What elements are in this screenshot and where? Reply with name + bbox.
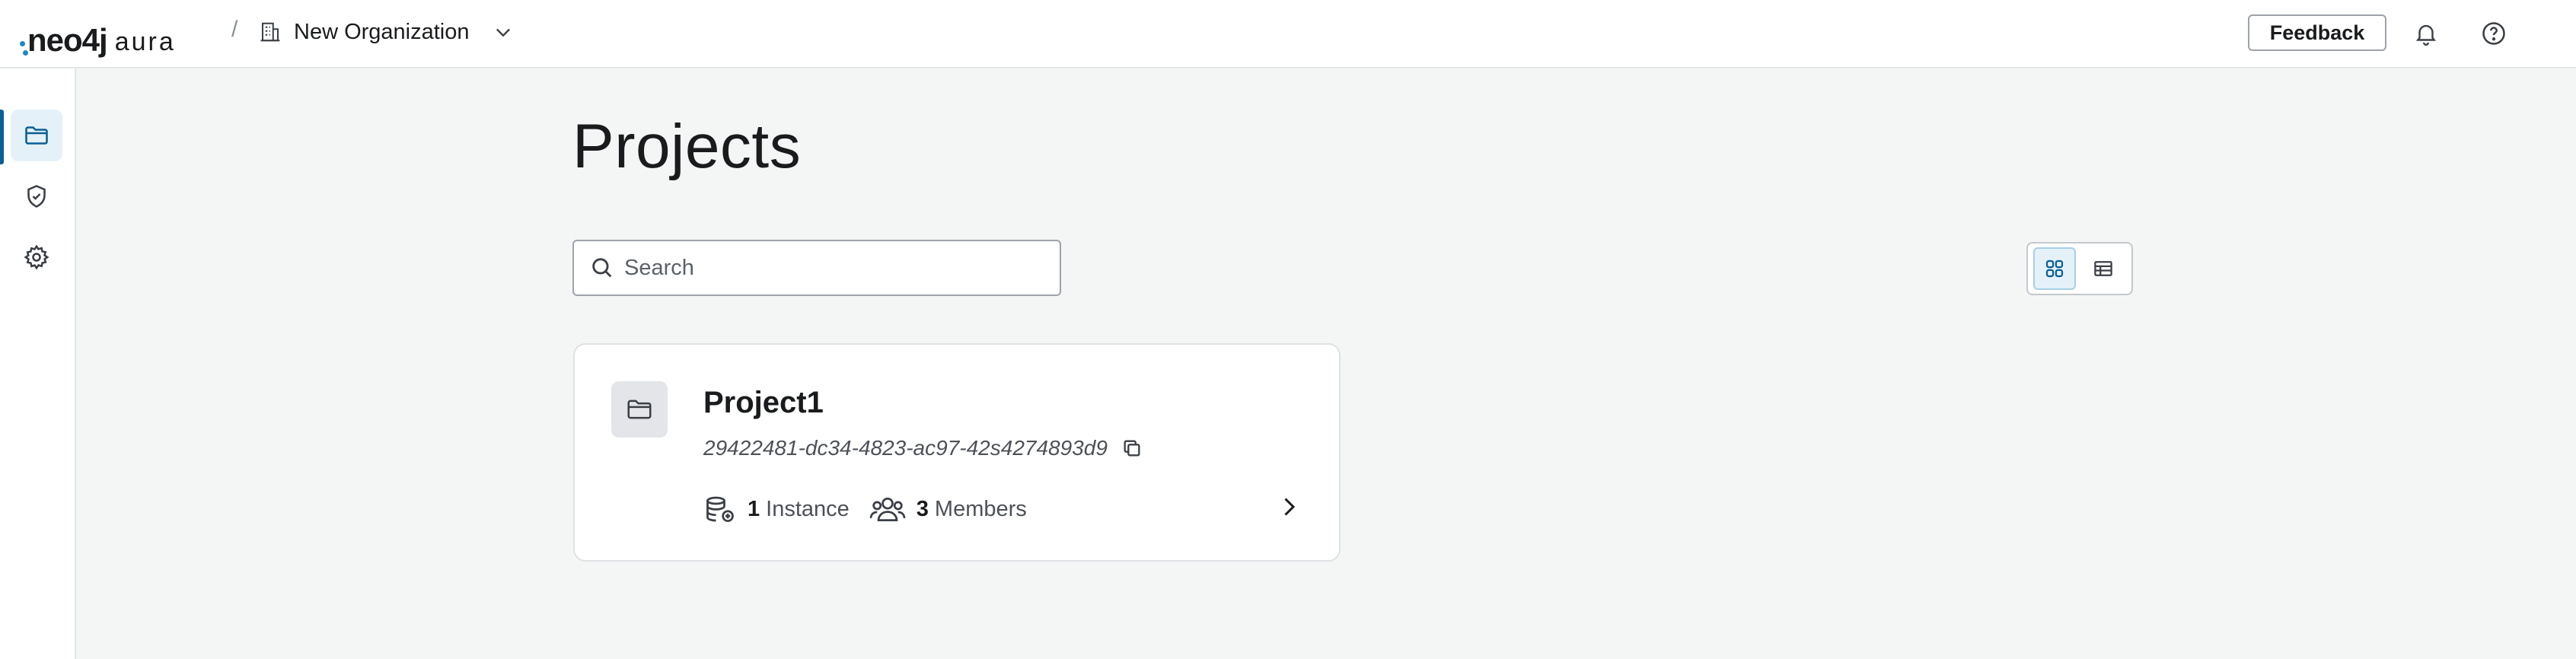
grid-icon bbox=[2043, 257, 2066, 280]
table-view-button[interactable] bbox=[2082, 247, 2125, 290]
folder-icon bbox=[625, 395, 654, 424]
top-bar: neo4j aura / New Organization Feedback bbox=[0, 0, 2576, 68]
project-stats: 1 Instance 3 Members bbox=[703, 492, 1027, 526]
project-id: 29422481-dc34-4823-ac97-42s4274893d9 bbox=[703, 436, 1108, 460]
member-count: 3 bbox=[916, 496, 929, 521]
active-indicator bbox=[0, 110, 4, 164]
organization-selector[interactable]: New Organization bbox=[259, 15, 514, 49]
page-title: Projects bbox=[572, 112, 802, 181]
folder-icon bbox=[23, 122, 50, 149]
grid-view-button[interactable] bbox=[2033, 247, 2076, 290]
logo-product: aura bbox=[114, 27, 176, 56]
building-icon bbox=[259, 21, 282, 43]
logo-dot bbox=[20, 41, 25, 46]
feedback-button[interactable]: Feedback bbox=[2248, 14, 2386, 51]
project-name: Project1 bbox=[703, 386, 824, 419]
view-mode-toggle bbox=[2026, 242, 2133, 295]
logo-dot bbox=[23, 50, 28, 56]
member-label: Members bbox=[934, 496, 1027, 521]
sidebar-item-security[interactable] bbox=[11, 170, 62, 222]
organization-name: New Organization bbox=[294, 19, 470, 44]
project-card[interactable]: Project1 29422481-dc34-4823-ac97-42s4274… bbox=[573, 343, 1341, 562]
copy-icon[interactable] bbox=[1121, 438, 1143, 459]
search-icon bbox=[589, 255, 615, 281]
neo4j-aura-logo[interactable]: neo4j aura bbox=[18, 11, 176, 56]
sidebar-item-projects[interactable] bbox=[11, 110, 62, 161]
sidebar-item-settings[interactable] bbox=[11, 231, 62, 283]
bell-icon[interactable] bbox=[2409, 17, 2443, 50]
breadcrumb-separator: / bbox=[231, 17, 238, 42]
logo-wordmark: neo4j bbox=[27, 22, 108, 58]
chevron-down-icon[interactable] bbox=[493, 21, 514, 43]
instance-label: Instance bbox=[766, 496, 850, 521]
project-id-row: 29422481-dc34-4823-ac97-42s4274893d9 bbox=[703, 436, 1143, 460]
shield-check-icon bbox=[23, 183, 50, 210]
users-icon bbox=[869, 492, 906, 526]
project-folder-badge bbox=[611, 381, 668, 438]
instance-count: 1 bbox=[748, 496, 760, 521]
search-input[interactable] bbox=[624, 255, 1050, 281]
sidebar bbox=[0, 68, 76, 659]
chevron-right-icon[interactable] bbox=[1275, 493, 1302, 521]
database-icon bbox=[703, 492, 737, 526]
table-icon bbox=[2092, 257, 2115, 280]
help-icon[interactable] bbox=[2477, 17, 2511, 50]
search-field[interactable] bbox=[572, 240, 1061, 296]
gear-icon bbox=[23, 244, 50, 271]
